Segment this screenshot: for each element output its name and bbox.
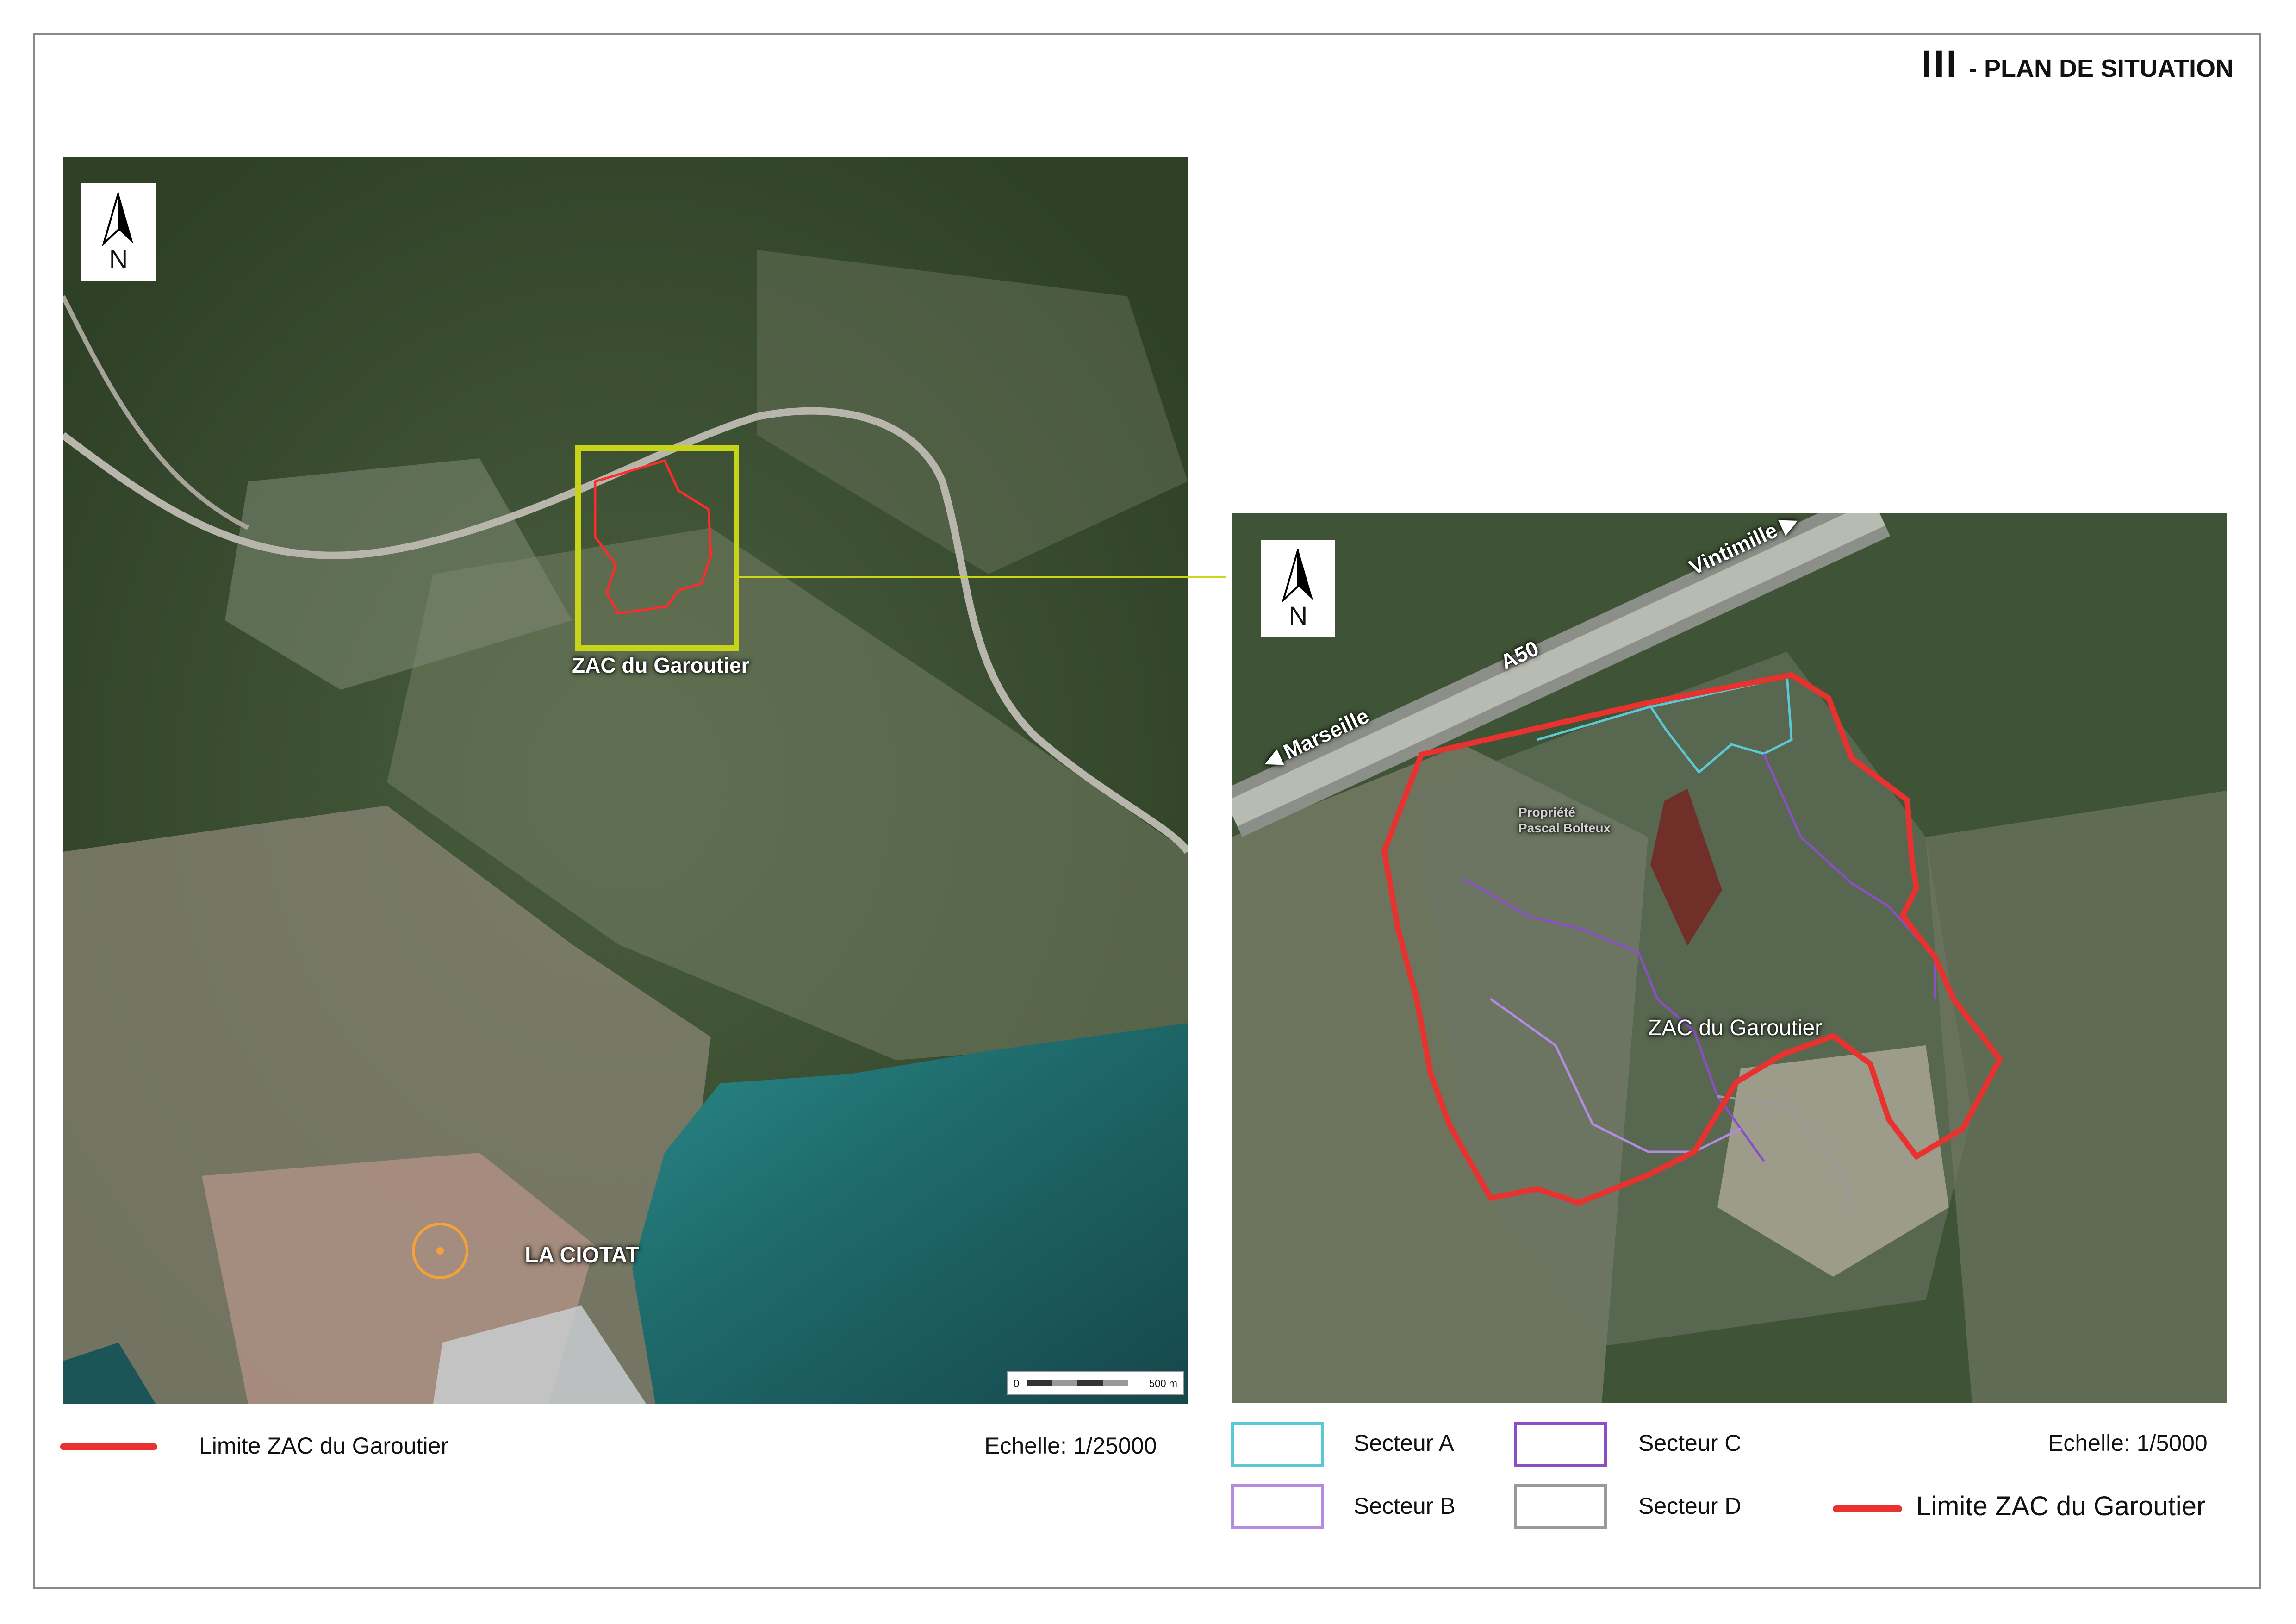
north-label-detail: N (1288, 601, 1308, 630)
legend-secteur-a: Secteur A (1354, 1430, 1454, 1456)
section-number: III (1921, 43, 1959, 85)
legend-scale-right: Echelle: 1/5000 (2048, 1430, 2208, 1456)
scale-max: 500 m (1149, 1378, 1177, 1389)
overview-map-image (63, 157, 1188, 1404)
zoom-connector-line (736, 576, 1226, 578)
swatch-secteur-c (1514, 1422, 1607, 1467)
overview-map[interactable]: N ZAC du Garoutier LA CIOTAT 0 500 m (63, 157, 1188, 1404)
scale-zero: 0 (1014, 1378, 1020, 1389)
page-title: III - PLAN DE SITUATION (1922, 43, 2234, 86)
north-label: N (109, 244, 128, 274)
legend-secteur-b: Secteur B (1354, 1493, 1456, 1519)
north-arrow-detail: N (1261, 540, 1335, 637)
legend-limit-label: Limite ZAC du Garoutier (199, 1433, 449, 1459)
property-label-line1: Propriété (1518, 805, 1575, 819)
legend-limit-swatch (60, 1443, 157, 1450)
property-label-line2: Pascal Bolteux (1518, 821, 1611, 835)
zac-label: ZAC du Garoutier (572, 653, 750, 677)
legend-secteur-d: Secteur D (1638, 1493, 1742, 1519)
legend-limit-label-right: Limite ZAC du Garoutier (1916, 1491, 2206, 1521)
north-arrow: N (81, 183, 156, 281)
legend-scale-left: Echelle: 1/25000 (984, 1433, 1157, 1459)
swatch-secteur-b (1231, 1484, 1324, 1529)
swatch-secteur-a (1231, 1422, 1324, 1467)
property-label: Propriété Pascal Bolteux (1518, 805, 1611, 836)
scale-bar-graphic (1027, 1380, 1128, 1386)
detail-map-image (1232, 513, 2227, 1403)
swatch-secteur-d (1514, 1484, 1607, 1529)
legend-limit-swatch-right (1833, 1505, 1902, 1512)
town-label: LA CIOTAT (525, 1243, 640, 1268)
section-title: - PLAN DE SITUATION (1969, 55, 2234, 82)
scale-bar: 0 500 m (1007, 1371, 1184, 1395)
legend-secteur-c: Secteur C (1638, 1430, 1742, 1456)
detail-map[interactable]: N ZAC du Garoutier A50 ◀ Marseille Vinti… (1232, 513, 2227, 1403)
zac-label-detail: ZAC du Garoutier (1648, 1016, 1823, 1040)
